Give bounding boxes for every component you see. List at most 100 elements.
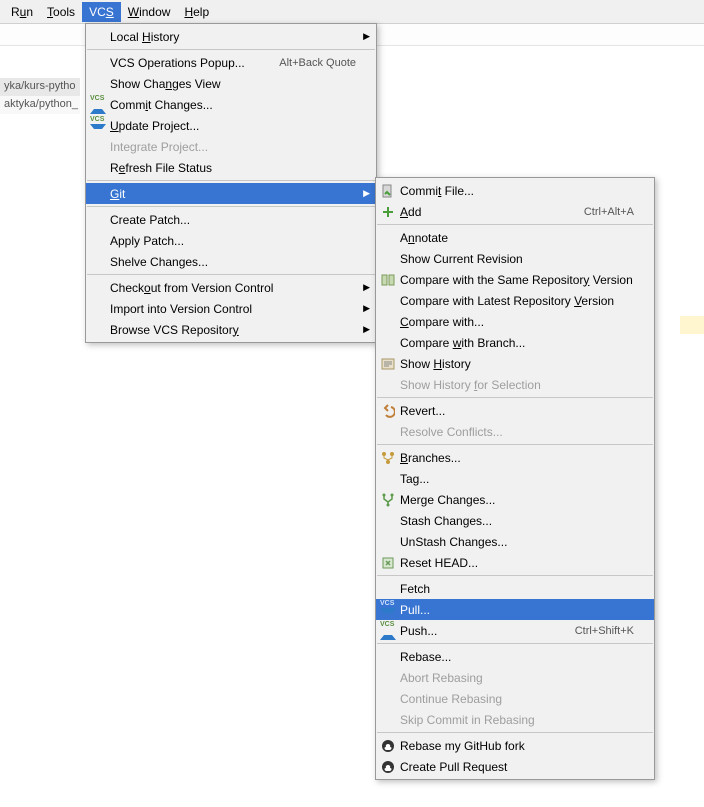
menu-item-label: Annotate — [400, 231, 634, 245]
menubar-item-run[interactable]: Run — [4, 2, 40, 22]
file-tab[interactable]: yka/kurs-pytho — [0, 78, 80, 96]
menu-item-label: Tag... — [400, 472, 634, 486]
git-menu-item-rebase[interactable]: Rebase... — [376, 646, 654, 667]
git-menu-item-commit-file[interactable]: Commit File... — [376, 180, 654, 201]
git-menu-item-tag[interactable]: Tag... — [376, 468, 654, 489]
menu-item-label: Import into Version Control — [110, 302, 356, 316]
menubar-item-help[interactable]: Help — [177, 2, 216, 22]
git-menu-item-pull[interactable]: VCSPull... — [376, 599, 654, 620]
revert-icon — [381, 404, 395, 418]
git-menu-item-compare-with-branch[interactable]: Compare with Branch... — [376, 332, 654, 353]
git-menu-item-show-history-for-selection: Show History for Selection — [376, 374, 654, 395]
menu-item-label: Create Pull Request — [400, 760, 634, 774]
git-menu-item-branches[interactable]: Branches... — [376, 447, 654, 468]
git-menu-item-resolve-conflicts: Resolve Conflicts... — [376, 421, 654, 442]
menu-item-label: Stash Changes... — [400, 514, 634, 528]
vcs-menu-item-refresh-file-status[interactable]: Refresh File Status — [86, 157, 376, 178]
commit-file-icon — [381, 184, 395, 198]
vcs-menu-item-local-history[interactable]: Local History▶ — [86, 26, 376, 47]
git-menu-item-fetch[interactable]: Fetch — [376, 578, 654, 599]
menu-item-label: Checkout from Version Control — [110, 281, 356, 295]
git-menu-item-reset-head[interactable]: Reset HEAD... — [376, 552, 654, 573]
menu-item-label: Shelve Changes... — [110, 255, 356, 269]
file-tab[interactable]: aktyka/python_ — [0, 96, 80, 114]
vcs-menu-item-vcs-operations-popup[interactable]: VCS Operations Popup...Alt+Back Quote — [86, 52, 376, 73]
git-menu-item-unstash-changes[interactable]: UnStash Changes... — [376, 531, 654, 552]
update-icon: VCS — [90, 116, 106, 135]
menu-item-label: Fetch — [400, 582, 634, 596]
git-menu-item-compare-with-latest-repository-version[interactable]: Compare with Latest Repository Version — [376, 290, 654, 311]
menu-item-label: Compare with Latest Repository Version — [400, 294, 634, 308]
history-icon — [381, 357, 395, 371]
vcs-menu-item-shelve-changes[interactable]: Shelve Changes... — [86, 251, 376, 272]
vcs-menu-item-update-project[interactable]: VCS Update Project... — [86, 115, 376, 136]
submenu-arrow-icon: ▶ — [363, 188, 370, 199]
git-menu-item-stash-changes[interactable]: Stash Changes... — [376, 510, 654, 531]
menu-shortcut: Ctrl+Alt+A — [584, 206, 634, 218]
menu-separator — [377, 397, 653, 398]
menu-item-label: Compare with the Same Repository Version — [400, 273, 634, 287]
menu-item-label: Compare with Branch... — [400, 336, 634, 350]
menu-item-label: Browse VCS Repository — [110, 323, 356, 337]
menu-item-label: Show Current Revision — [400, 252, 634, 266]
menubar-item-window[interactable]: Window — [121, 2, 178, 22]
git-menu-item-rebase-my-github-fork[interactable]: Rebase my GitHub fork — [376, 735, 654, 756]
git-menu-item-revert[interactable]: Revert... — [376, 400, 654, 421]
vcs-dropdown-menu: Local History▶ VCS Operations Popup...Alt… — [85, 23, 377, 343]
menu-item-label: Abort Rebasing — [400, 671, 634, 685]
menu-item-label: Resolve Conflicts... — [400, 425, 634, 439]
git-menu-item-push[interactable]: VCSPush...Ctrl+Shift+K — [376, 620, 654, 641]
menu-item-label: Refresh File Status — [110, 161, 356, 175]
menu-separator — [377, 444, 653, 445]
menubar-item-vcs[interactable]: VCS — [82, 2, 121, 22]
menu-item-label: Rebase... — [400, 650, 634, 664]
compare-icon — [381, 273, 395, 287]
menu-item-label: Merge Changes... — [400, 493, 634, 507]
git-menu-item-compare-with-the-same-repository-version[interactable]: Compare with the Same Repository Version — [376, 269, 654, 290]
vcs-menu-item-create-patch[interactable]: Create Patch... — [86, 209, 376, 230]
push-icon: VCS — [380, 621, 396, 640]
menu-separator — [87, 206, 375, 207]
vcs-menu-item-import-into-version-control[interactable]: Import into Version Control ▶ — [86, 298, 376, 319]
git-menu-item-continue-rebasing: Continue Rebasing — [376, 688, 654, 709]
menu-item-label: Push... — [400, 624, 575, 638]
menu-item-label: Skip Commit in Rebasing — [400, 713, 634, 727]
vcs-menu-item-git[interactable]: Git ▶ — [86, 183, 376, 204]
vcs-menu-item-integrate-project: Integrate Project... — [86, 136, 376, 157]
menu-separator — [377, 643, 653, 644]
vcs-menu-item-browse-vcs-repository[interactable]: Browse VCS Repository ▶ — [86, 319, 376, 340]
vcs-menu-item-commit-changes[interactable]: VCS Commit Changes... — [86, 94, 376, 115]
commit-icon: VCS — [90, 95, 106, 114]
git-menu-item-add[interactable]: AddCtrl+Alt+A — [376, 201, 654, 222]
menubar: RunToolsVCSWindowHelp — [0, 0, 704, 24]
menu-separator — [87, 274, 375, 275]
file-tabs: yka/kurs-pythoaktyka/python_ — [0, 78, 80, 114]
git-menu-item-show-history[interactable]: Show History — [376, 353, 654, 374]
menu-item-label: Git — [110, 187, 356, 201]
menu-item-label: Apply Patch... — [110, 234, 356, 248]
menu-separator — [377, 575, 653, 576]
menubar-item-tools[interactable]: Tools — [40, 2, 82, 22]
git-menu-item-merge-changes[interactable]: Merge Changes... — [376, 489, 654, 510]
menu-item-label: Commit Changes... — [110, 98, 356, 112]
git-menu-item-create-pull-request[interactable]: Create Pull Request — [376, 756, 654, 777]
menu-item-label: Reset HEAD... — [400, 556, 634, 570]
git-menu-item-compare-with[interactable]: Compare with... — [376, 311, 654, 332]
menu-separator — [377, 224, 653, 225]
menu-item-label: Update Project... — [110, 119, 356, 133]
vcs-menu-item-show-changes-view[interactable]: Show Changes View — [86, 73, 376, 94]
submenu-arrow-icon: ▶ — [363, 303, 370, 314]
menu-item-label: Show History for Selection — [400, 378, 634, 392]
menu-shortcut: Alt+Back Quote — [279, 57, 356, 69]
menu-item-label: Show Changes View — [110, 77, 356, 91]
git-menu-item-skip-commit-in-rebasing: Skip Commit in Rebasing — [376, 709, 654, 730]
menu-item-label: VCS Operations Popup... — [110, 56, 279, 70]
menu-item-label: Pull... — [400, 603, 634, 617]
vcs-menu-item-checkout-from-version-control[interactable]: Checkout from Version Control▶ — [86, 277, 376, 298]
git-submenu: Commit File...AddCtrl+Alt+A Annotate Show … — [375, 177, 655, 780]
submenu-arrow-icon: ▶ — [363, 324, 370, 335]
branches-icon — [381, 451, 395, 465]
git-menu-item-show-current-revision[interactable]: Show Current Revision — [376, 248, 654, 269]
git-menu-item-annotate[interactable]: Annotate — [376, 227, 654, 248]
vcs-menu-item-apply-patch[interactable]: Apply Patch... — [86, 230, 376, 251]
